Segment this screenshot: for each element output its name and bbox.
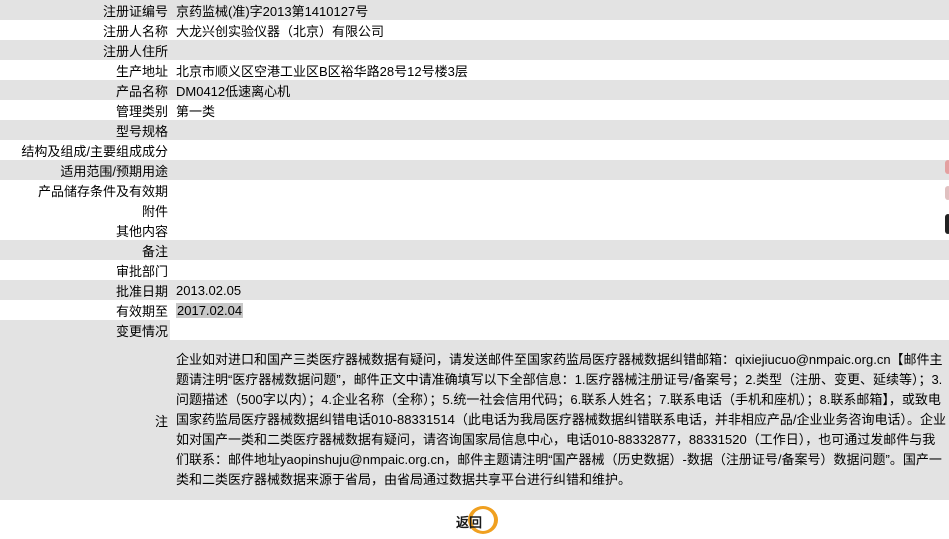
row-value [170,180,949,200]
note-label: 注 [0,340,170,500]
row-approval-department: 审批部门 [0,260,949,280]
row-storage-conditions: 产品储存条件及有效期 [0,180,949,200]
row-production-address: 生产地址 北京市顺义区空港工业区B区裕华路28号12号楼3层 [0,60,949,80]
edge-float-icon[interactable] [945,214,949,234]
row-label: 结构及组成/主要组成成分 [0,140,170,160]
row-value [170,140,949,160]
row-registration-number: 注册证编号 京药监械(准)字2013第1410127号 [0,0,949,20]
row-note: 注 企业如对进口和国产三类医疗器械数据有疑问，请发送邮件至国家药监局医疗器械数据… [0,340,949,500]
row-remarks: 备注 [0,240,949,260]
row-structure-composition: 结构及组成/主要组成成分 [0,140,949,160]
selected-text: 2017.02.04 [176,302,244,318]
row-value [170,220,949,240]
row-registrant-name: 注册人名称 大龙兴创实验仪器（北京）有限公司 [0,20,949,40]
row-label: 注册人住所 [0,40,170,60]
edge-float-icon[interactable] [945,160,949,174]
row-label: 注册人名称 [0,20,170,40]
row-label: 生产地址 [0,60,170,80]
row-value [170,120,949,140]
row-registrant-address: 注册人住所 [0,40,949,60]
row-value: 2017.02.04 [170,300,949,320]
row-approval-date: 批准日期 2013.02.05 [0,280,949,300]
row-label: 变更情况 [0,320,170,340]
row-value: 第一类 [170,100,949,120]
row-valid-until: 有效期至 2017.02.04 [0,300,949,320]
row-value: 京药监械(准)字2013第1410127号 [170,0,949,20]
row-attachments: 附件 [0,200,949,220]
row-value [170,40,949,60]
row-label: 产品储存条件及有效期 [0,180,170,200]
row-change-history: 变更情况 [0,320,949,340]
row-value: 北京市顺义区空港工业区B区裕华路28号12号楼3层 [170,60,949,80]
back-button-label: 返回 [456,516,483,531]
row-label: 管理类别 [0,100,170,120]
row-label: 注册证编号 [0,0,170,20]
row-product-name: 产品名称 DM0412低速离心机 [0,80,949,100]
note-value: 企业如对进口和国产三类医疗器械数据有疑问，请发送邮件至国家药监局医疗器械数据纠错… [170,340,949,500]
row-value: 大龙兴创实验仪器（北京）有限公司 [170,20,949,40]
row-label: 适用范围/预期用途 [0,160,170,180]
note-text: 企业如对进口和国产三类医疗器械数据有疑问，请发送邮件至国家药监局医疗器械数据纠错… [176,352,946,487]
row-value [170,320,949,340]
row-label: 型号规格 [0,120,170,140]
row-label: 审批部门 [0,260,170,280]
row-label: 附件 [0,200,170,220]
row-label: 备注 [0,240,170,260]
row-value: 2013.02.05 [170,280,949,300]
row-label: 产品名称 [0,80,170,100]
row-value: DM0412低速离心机 [170,80,949,100]
row-intended-use: 适用范围/预期用途 [0,160,949,180]
row-label: 其他内容 [0,220,170,240]
back-button-area: 返回 [450,506,502,534]
row-other-content: 其他内容 [0,220,949,240]
row-management-category: 管理类别 第一类 [0,100,949,120]
back-button[interactable]: 返回 [450,506,502,534]
row-model-spec: 型号规格 [0,120,949,140]
registration-info-table: 注册证编号 京药监械(准)字2013第1410127号 注册人名称 大龙兴创实验… [0,0,949,500]
row-label: 批准日期 [0,280,170,300]
row-value [170,200,949,220]
row-value [170,260,949,280]
edge-float-icon[interactable] [945,186,949,200]
row-label: 有效期至 [0,300,170,320]
row-value [170,160,949,180]
row-value [170,240,949,260]
